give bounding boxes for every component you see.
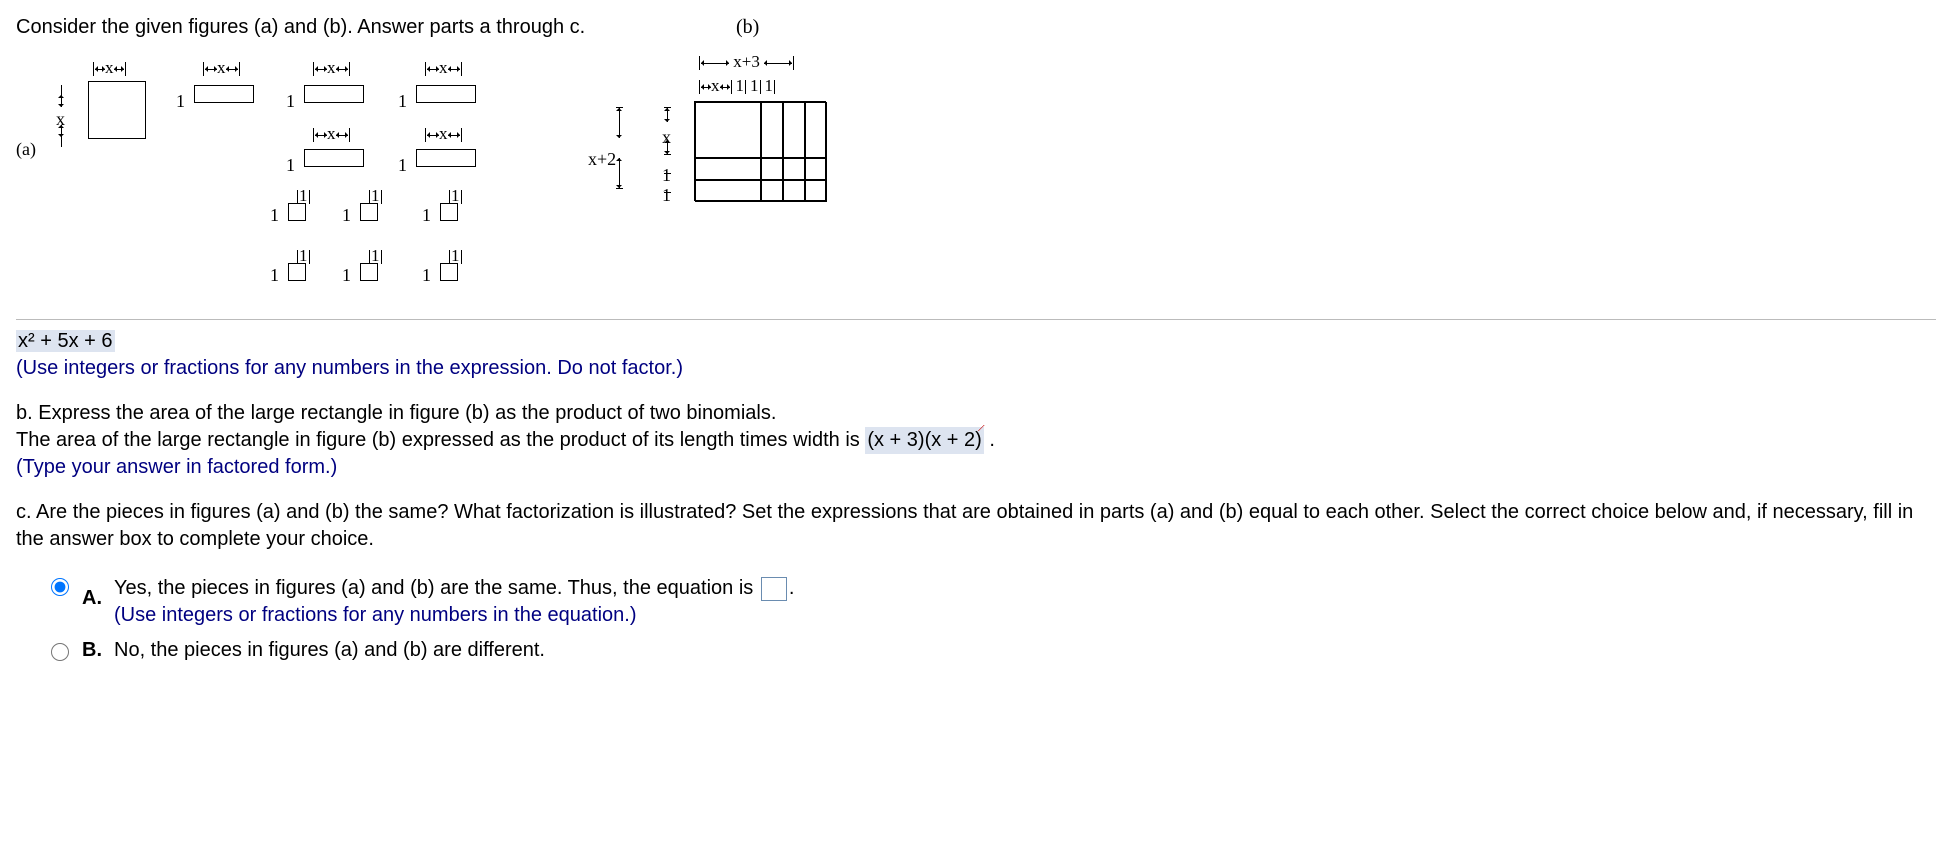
- choice-a-letter: A.: [82, 575, 104, 612]
- dim-label: 1: [662, 183, 671, 207]
- dim-label: 1: [765, 76, 774, 95]
- dim-label: 1: [342, 203, 351, 227]
- tile-1: [440, 263, 458, 281]
- hint-a: (Use integers or fractions for any numbe…: [16, 355, 1936, 382]
- dim-label: 1: [270, 203, 279, 227]
- dim-label: 1: [176, 89, 185, 113]
- dim-label: 1: [750, 76, 759, 95]
- question-intro: Consider the given figures (a) and (b). …: [16, 14, 696, 41]
- dim-label: 1: [398, 153, 407, 177]
- dim-label: 1: [286, 153, 295, 177]
- choice-b-radio[interactable]: [51, 643, 69, 661]
- answer-b-value: (x + 3)(x + 2): [865, 427, 983, 454]
- part-b-statement: The area of the large rectangle in figur…: [16, 427, 1936, 454]
- figure-a: (a) x x x 1 x 1 x 1 x 1 x 1 1 1: [16, 47, 576, 307]
- figure-a-label: (a): [16, 137, 36, 161]
- hint-b: (Type your answer in factored form.): [16, 454, 1936, 481]
- dim-label: x+3: [733, 52, 760, 71]
- tile-1x: [416, 85, 476, 103]
- choice-a-radio[interactable]: [51, 578, 69, 596]
- choice-a-hint: (Use integers or fractions for any numbe…: [114, 602, 794, 629]
- dim-label: x+2: [588, 147, 616, 171]
- dim-label: 1: [398, 89, 407, 113]
- answer-box-c[interactable]: [761, 577, 787, 601]
- dim-label: 1: [736, 76, 745, 95]
- choice-b-text: No, the pieces in figures (a) and (b) ar…: [114, 637, 545, 664]
- tile-1x: [194, 85, 254, 103]
- dim-label: 1: [270, 263, 279, 287]
- figure-b: x+3 x111 x+2 x 1 1: [616, 47, 876, 247]
- dim-label: 1: [422, 263, 431, 287]
- figure-b-rectangle: [694, 101, 826, 201]
- figure-b-label-top: (b): [736, 14, 759, 41]
- dim-label: 1: [422, 203, 431, 227]
- tile-x2: [88, 81, 146, 139]
- choice-b-letter: B.: [82, 637, 104, 664]
- tile-1x: [304, 85, 364, 103]
- answer-a-value: x² + 5x + 6: [16, 330, 115, 352]
- choice-a-text: Yes, the pieces in figures (a) and (b) a…: [114, 577, 759, 599]
- tile-1x: [304, 149, 364, 167]
- tile-1: [360, 263, 378, 281]
- tile-1: [440, 203, 458, 221]
- tile-1: [288, 203, 306, 221]
- part-c-question: c. Are the pieces in figures (a) and (b)…: [16, 499, 1936, 553]
- part-b-question: b. Express the area of the large rectang…: [16, 400, 1936, 427]
- tile-1: [288, 263, 306, 281]
- tile-1: [360, 203, 378, 221]
- tile-1x: [416, 149, 476, 167]
- dim-label: 1: [286, 89, 295, 113]
- dim-label: 1: [342, 263, 351, 287]
